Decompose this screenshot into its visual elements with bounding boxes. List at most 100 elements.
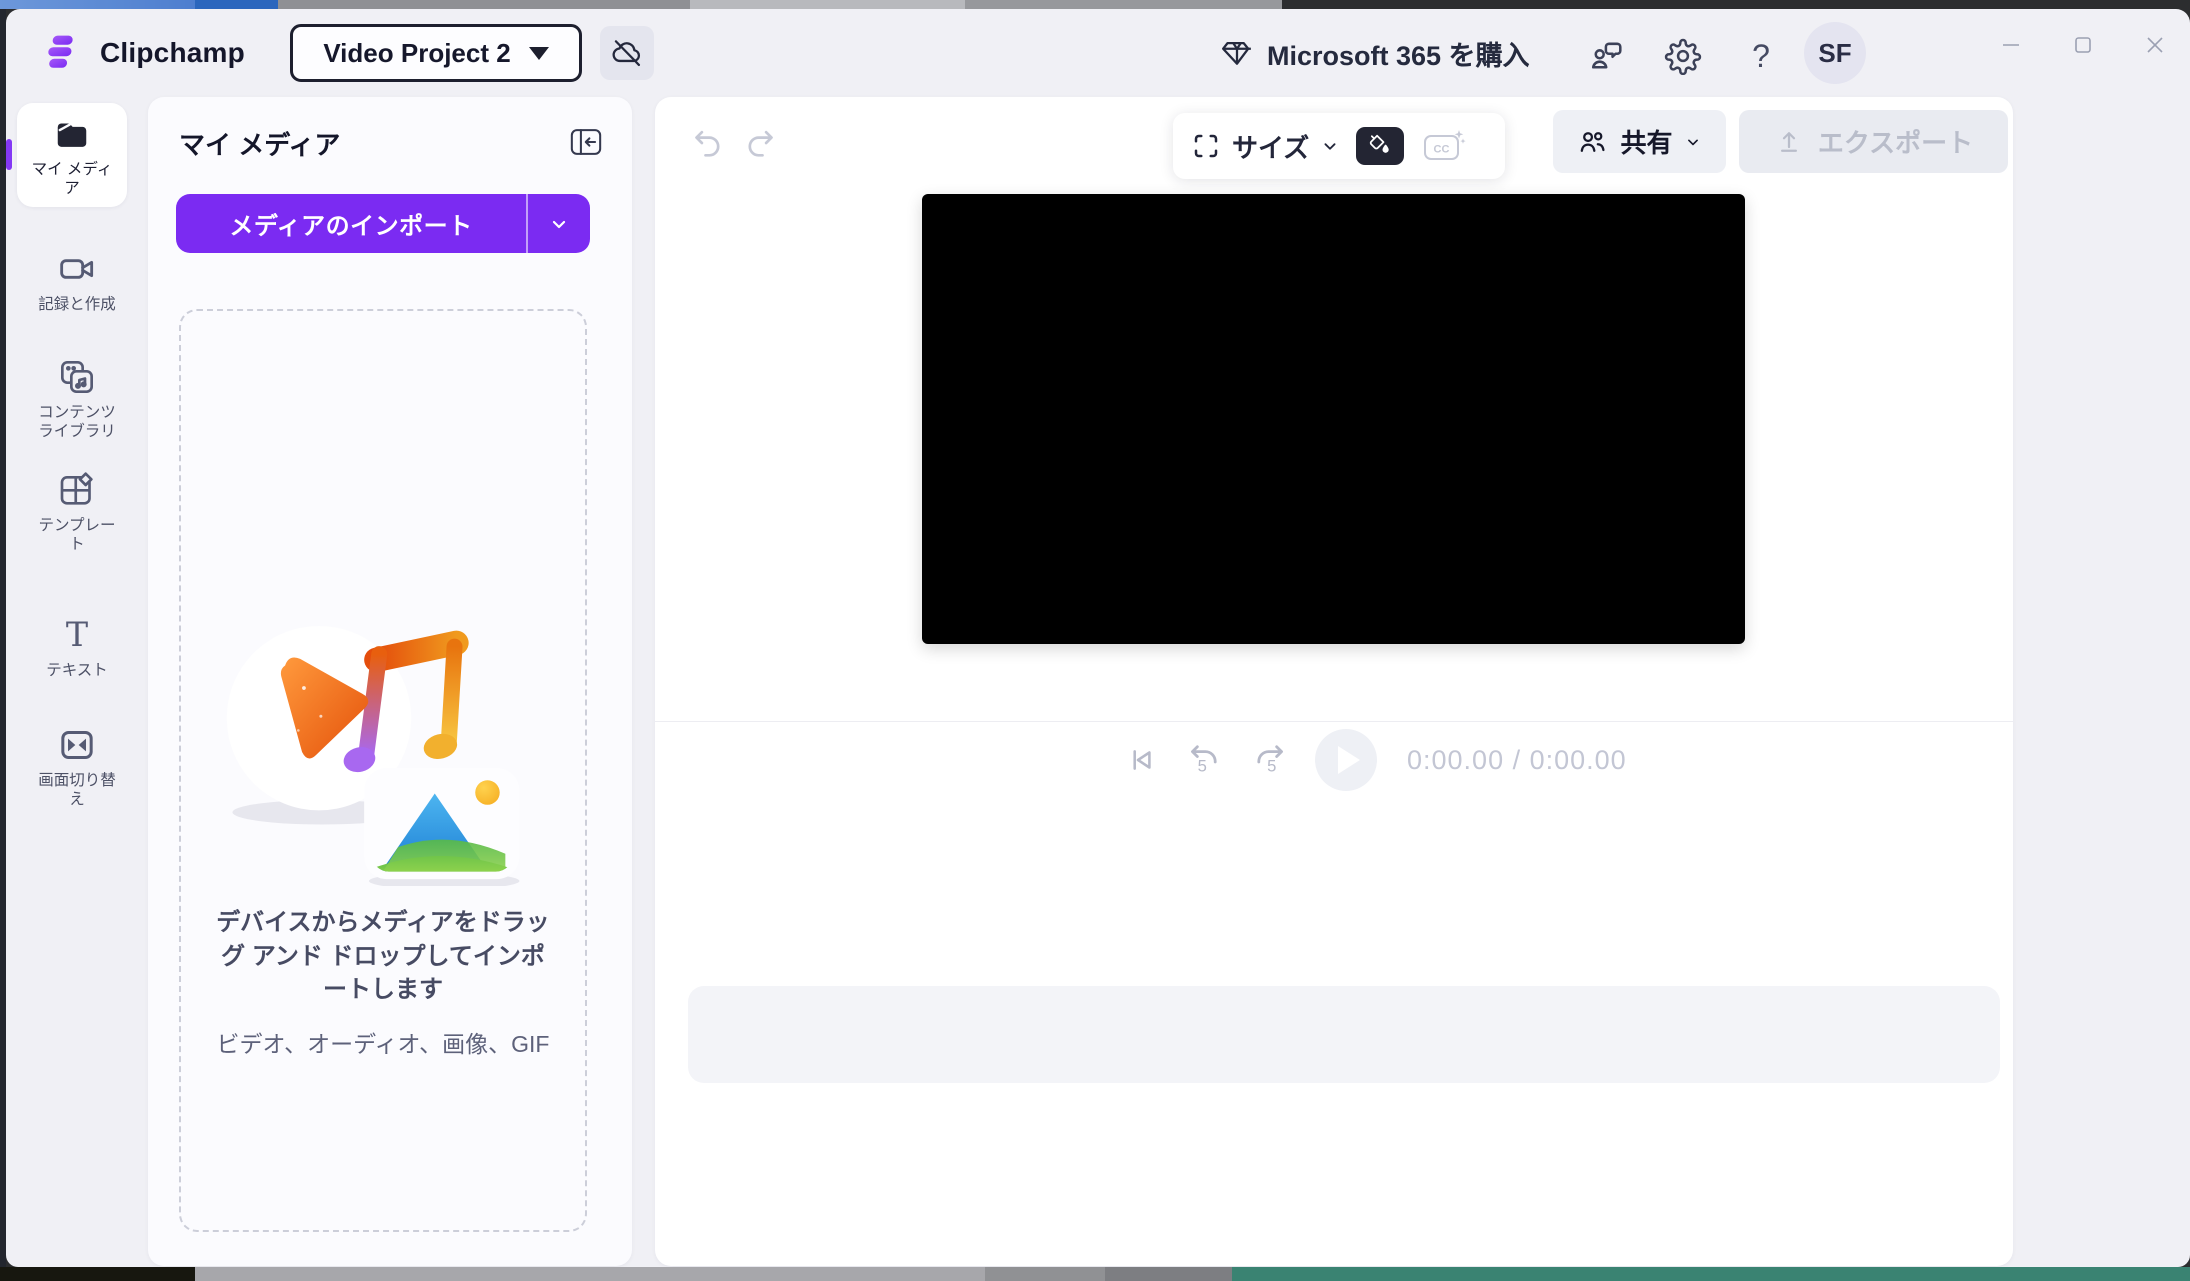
export-label: エクスポート — [1818, 123, 1973, 160]
rewind-5-button[interactable]: 5 — [1183, 739, 1225, 781]
library-icon — [57, 357, 97, 397]
editor-panel: サイズ CC — [655, 97, 2013, 1266]
avatar[interactable]: SF — [1804, 22, 1866, 84]
maximize-button[interactable] — [2061, 23, 2105, 67]
media-dropzone[interactable]: デバイスからメディアをドラッグ アンド ドロップしてインポートします ビデオ、オ… — [179, 309, 587, 1232]
upload-icon — [1774, 127, 1804, 157]
minimize-icon — [1999, 33, 2023, 57]
sidebar-item-text[interactable]: T テキスト — [6, 615, 148, 681]
captions-button[interactable]: CC — [1420, 127, 1468, 165]
play-button[interactable] — [1315, 729, 1377, 791]
desktop-background-strip-top — [0, 0, 195, 9]
undo-button[interactable] — [685, 121, 729, 165]
buy-microsoft-365-button[interactable]: Microsoft 365 を購入 — [1221, 9, 1530, 97]
forward-5-button[interactable]: 5 — [1249, 739, 1291, 781]
time-display: 0:00.00 / 0:00.00 — [1407, 745, 1627, 776]
sidebar-item-label: テキスト — [31, 662, 123, 681]
chevron-down-icon — [1684, 133, 1702, 151]
media-panel: マイ メディア メディアのインポート — [148, 97, 632, 1266]
caret-down-icon — [529, 47, 549, 60]
import-media-button[interactable]: メディアのインポート — [176, 194, 526, 253]
minimize-button[interactable] — [1989, 23, 2033, 67]
collapse-panel-button[interactable] — [564, 123, 608, 161]
app-title: Clipchamp — [100, 37, 245, 69]
share-label: 共有 — [1620, 123, 1672, 160]
sidebar-item-templates[interactable]: テンプレート — [6, 470, 148, 554]
people-icon — [1577, 126, 1609, 158]
sidebar-item-content-library[interactable]: コンテンツ ライブラリ — [6, 357, 148, 441]
sidebar-item-label: コンテンツ ライブラリ — [31, 404, 123, 441]
import-media-split-button[interactable]: メディアのインポート — [176, 194, 590, 253]
media-panel-title: マイ メディア — [179, 125, 340, 162]
timeline-track[interactable] — [688, 986, 2000, 1083]
undo-icon — [689, 125, 725, 161]
settings-button[interactable] — [1660, 33, 1706, 79]
chevron-down-icon — [548, 213, 570, 235]
export-button[interactable]: エクスポート — [1739, 110, 2008, 173]
desktop-background-strip-bottom — [1105, 1267, 1232, 1281]
help-icon: ? — [1752, 38, 1770, 75]
sidebar-item-record-create[interactable]: 記録と作成 — [6, 249, 148, 315]
close-button[interactable] — [2133, 23, 2177, 67]
play-icon — [1338, 746, 1360, 774]
close-icon — [2143, 33, 2167, 57]
transport-controls: 5 5 0:00.00 / 0:00.00 — [1123, 727, 1627, 793]
import-options-button[interactable] — [528, 194, 590, 253]
skip-to-start-button[interactable] — [1123, 742, 1159, 778]
cloud-sync-status-button[interactable] — [600, 26, 654, 80]
rewind-5-icon: 5 — [1183, 739, 1225, 781]
feedback-icon — [1588, 37, 1626, 75]
dropzone-subtitle: ビデオ、オーディオ、画像、GIF — [217, 1025, 550, 1059]
desktop-background-strip-bottom — [985, 1267, 1105, 1281]
text-icon: T — [57, 615, 97, 655]
feedback-button[interactable] — [1584, 33, 1630, 79]
settings-gear-icon — [1664, 37, 1702, 75]
project-name-button[interactable]: Video Project 2 — [290, 24, 582, 82]
preview-divider — [655, 721, 2013, 722]
svg-text:T: T — [66, 615, 88, 654]
dropzone-title: デバイスからメディアをドラッグ アンド ドロップしてインポートします — [211, 906, 555, 1007]
size-label: サイズ — [1232, 128, 1309, 165]
crop-size-icon — [1191, 131, 1221, 161]
redo-button[interactable] — [739, 121, 783, 165]
active-item-indicator — [6, 139, 12, 170]
desktop-background-strip-top — [195, 0, 278, 9]
sidebar-item-transitions[interactable]: 画面切り替え — [6, 725, 148, 809]
project-name: Video Project 2 — [323, 38, 510, 69]
transitions-icon — [57, 725, 97, 765]
redo-icon — [743, 125, 779, 161]
svg-text:5: 5 — [1198, 757, 1207, 776]
chevron-down-icon — [1320, 136, 1340, 156]
cloud-offline-icon — [610, 36, 644, 70]
screen: Clipchamp Video Project 2 Microsoft 365 … — [0, 0, 2190, 1281]
desktop-background-strip-bottom — [195, 1267, 985, 1281]
clipchamp-window: Clipchamp Video Project 2 Microsoft 365 … — [6, 9, 2190, 1267]
sidebar-item-my-media[interactable]: マイ メディア — [17, 103, 127, 207]
svg-text:5: 5 — [1267, 757, 1276, 776]
desktop-background-strip-top — [965, 0, 1282, 9]
templates-icon — [57, 470, 97, 510]
sidebar-item-label: マイ メディア — [26, 161, 118, 198]
desktop-background-strip-top — [1282, 0, 2190, 9]
sidebar-item-label: 記録と作成 — [31, 296, 123, 315]
background-fill-icon — [1366, 132, 1394, 160]
svg-text:CC: CC — [1434, 144, 1450, 156]
captions-icon: CC — [1422, 128, 1466, 164]
desktop-background-strip-top — [690, 0, 965, 9]
folder-icon — [53, 116, 91, 154]
background-fill-button[interactable] — [1356, 127, 1404, 165]
maximize-icon — [2071, 33, 2095, 57]
share-button[interactable]: 共有 — [1553, 110, 1726, 173]
forward-5-icon: 5 — [1249, 739, 1291, 781]
desktop-background-strip-top — [278, 0, 690, 9]
help-button[interactable]: ? — [1738, 33, 1784, 79]
desktop-background-strip-bottom — [1232, 1267, 2190, 1281]
collapse-panel-icon — [569, 127, 603, 157]
sidebar-item-label: テンプレート — [31, 517, 123, 554]
size-button[interactable]: サイズ — [1191, 128, 1340, 165]
desktop-background-strip-bottom — [0, 1267, 195, 1281]
video-preview — [922, 194, 1745, 644]
skip-to-start-icon — [1123, 742, 1159, 778]
premium-diamond-icon — [1221, 37, 1253, 69]
media-illustration — [223, 556, 543, 886]
